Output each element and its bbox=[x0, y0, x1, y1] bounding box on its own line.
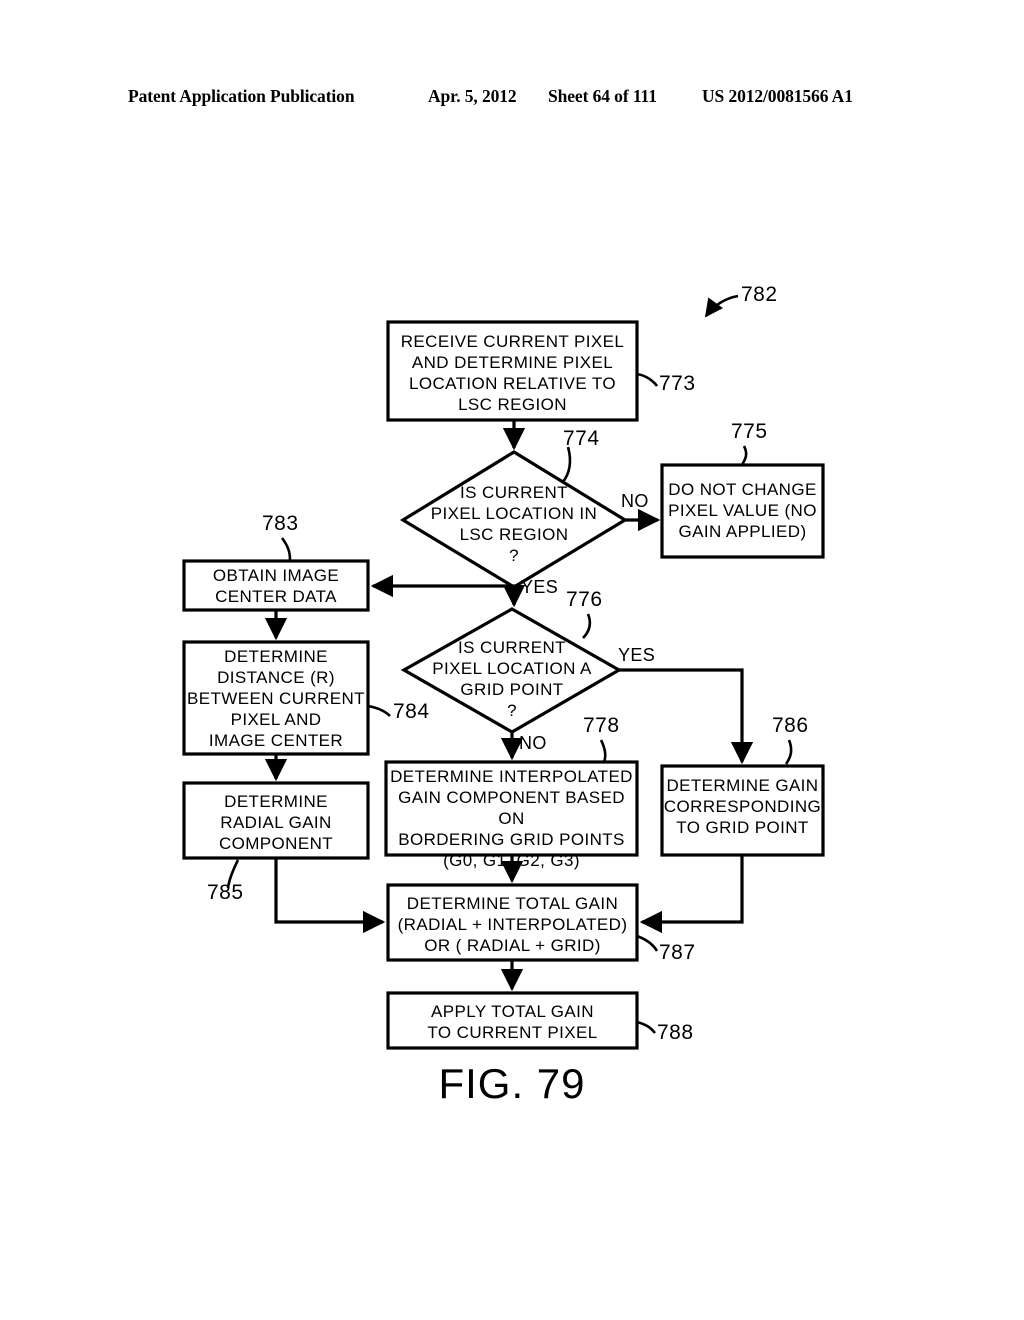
connector-lsc-yes-to-obtain-center bbox=[370, 574, 516, 598]
leader-783 bbox=[280, 537, 292, 561]
leader-774 bbox=[560, 446, 572, 484]
ref-number-787: 787 bbox=[659, 941, 696, 964]
leader-782 bbox=[704, 294, 739, 318]
ref-number-775: 775 bbox=[731, 420, 768, 443]
leader-775 bbox=[740, 445, 748, 466]
shape-grid-point-gain bbox=[660, 764, 825, 857]
shape-apply-gain bbox=[386, 991, 639, 1050]
ref-number-786: 786 bbox=[772, 714, 809, 737]
ref-number-783: 783 bbox=[262, 512, 299, 535]
leader-778 bbox=[599, 739, 607, 763]
ref-number-774: 774 bbox=[563, 427, 600, 450]
ref-number-785: 785 bbox=[207, 881, 244, 904]
edge-label-grid-yes: YES bbox=[618, 645, 656, 665]
ref-number-773: 773 bbox=[659, 372, 696, 395]
ref-number-784: 784 bbox=[393, 700, 430, 723]
connector-grid-yes-to-gridgain bbox=[619, 668, 754, 765]
ref-number-782: 782 bbox=[741, 283, 778, 306]
shape-interpolated-gain bbox=[384, 760, 639, 857]
shape-receive-pixel bbox=[386, 320, 639, 422]
connector-radial-to-total bbox=[274, 858, 386, 934]
leader-776 bbox=[582, 613, 592, 639]
figure-caption: FIG. 79 bbox=[438, 1060, 586, 1107]
ref-number-788: 788 bbox=[657, 1021, 694, 1044]
edge-label-lsc-yes: YES bbox=[521, 577, 559, 597]
leader-773 bbox=[636, 372, 659, 387]
edge-label-grid-no: NO bbox=[519, 733, 547, 753]
edge-label-lsc-no: NO bbox=[621, 491, 649, 511]
ref-number-778: 778 bbox=[583, 714, 620, 737]
connector-gridgain-to-total bbox=[639, 855, 744, 934]
flowchart-svg bbox=[182, 294, 825, 1050]
leader-787 bbox=[636, 934, 659, 952]
shape-determine-distance bbox=[182, 640, 370, 756]
shape-no-change bbox=[660, 463, 825, 559]
flowchart-figure: RECEIVE CURRENT PIXEL AND DETERMINE PIXE… bbox=[0, 0, 1024, 1320]
shape-radial-gain bbox=[182, 781, 370, 860]
leader-784 bbox=[367, 704, 391, 717]
shape-obtain-center bbox=[182, 559, 370, 612]
ref-number-776: 776 bbox=[566, 588, 603, 611]
leader-786 bbox=[784, 739, 793, 765]
shape-total-gain bbox=[386, 883, 639, 962]
shape-decision-lsc-region bbox=[399, 450, 629, 589]
leader-788 bbox=[636, 1020, 657, 1034]
